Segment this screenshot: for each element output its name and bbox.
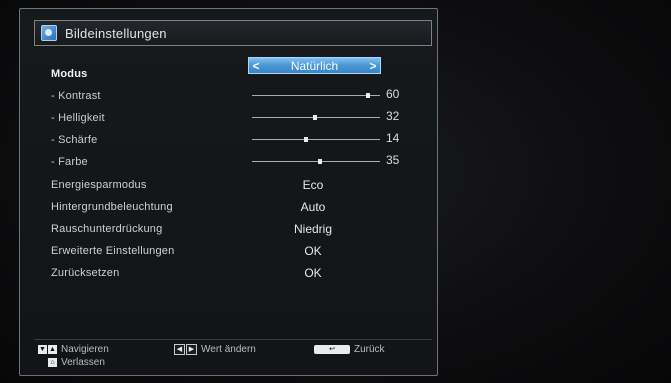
help-navigate-label: Navigieren	[61, 344, 109, 355]
title-bar: Bildeinstellungen	[34, 20, 432, 46]
modus-selector[interactable]: < Natürlich >	[248, 57, 381, 74]
zuruecksetzen-value: OK	[304, 266, 322, 280]
help-change-value-label: Wert ändern	[201, 344, 256, 355]
helligkeit-slider[interactable]	[252, 115, 380, 120]
menu-item-label: Energiesparmodus	[51, 179, 147, 191]
helligkeit-value: 32	[386, 109, 400, 123]
help-back-label: Zurück	[354, 344, 385, 355]
picture-settings-icon	[41, 25, 57, 41]
energiesparmodus-value: Eco	[302, 178, 324, 192]
arrow-left-icon: ◀	[174, 344, 185, 355]
farbe-value: 35	[386, 153, 400, 167]
menu-item-label: Erweiterte Einstellungen	[51, 245, 175, 257]
menu-item-helligkeit[interactable]: - Helligkeit	[51, 108, 105, 128]
help-exit-label: Verlassen	[61, 357, 105, 368]
menu-item-label: - Farbe	[51, 156, 88, 168]
kontrast-slider[interactable]	[252, 93, 380, 98]
menu-item-energiesparmodus[interactable]: Energiesparmodus	[51, 175, 147, 195]
home-icon: ⌂	[48, 358, 57, 367]
slider-knob[interactable]	[366, 93, 370, 98]
menu-item-label: Rauschunterdrückung	[51, 223, 163, 235]
arrow-down-icon: ▼	[38, 345, 47, 354]
picture-settings-panel: Bildeinstellungen Modus < Natürlich > - …	[19, 8, 438, 376]
schaerfe-slider[interactable]	[252, 137, 380, 142]
slider-knob[interactable]	[304, 137, 308, 142]
menu-item-kontrast[interactable]: - Kontrast	[51, 86, 101, 106]
menu-item-erweiterte-einstellungen[interactable]: Erweiterte Einstellungen	[51, 241, 174, 261]
back-icon: ↩	[314, 345, 350, 354]
menu-item-rauschunterdrueckung[interactable]: Rauschunterdrückung	[51, 219, 162, 239]
schaerfe-value: 14	[386, 131, 400, 145]
menu-item-hintergrundbeleuchtung[interactable]: Hintergrundbeleuchtung	[51, 197, 173, 217]
erweiterte-einstellungen-value: OK	[304, 244, 322, 258]
help-back: ↩ Zurück	[314, 344, 385, 355]
hintergrundbeleuchtung-value: Auto	[300, 200, 326, 214]
help-exit: ⌂ Verlassen	[48, 357, 105, 368]
menu-item-zuruecksetzen[interactable]: Zurücksetzen	[51, 263, 119, 283]
menu-item-farbe[interactable]: - Farbe	[51, 152, 88, 172]
menu-item-label: Hintergrundbeleuchtung	[51, 201, 173, 213]
slider-knob[interactable]	[318, 159, 322, 164]
menu-item-schaerfe[interactable]: - Schärfe	[51, 130, 97, 150]
page-title: Bildeinstellungen	[65, 25, 167, 41]
chevron-right-icon[interactable]: >	[366, 59, 380, 73]
farbe-slider[interactable]	[252, 159, 380, 164]
key-help-footer: ▼ ▲ Navigieren ⌂ Verlassen ◀ ▶ Wert ände…	[34, 339, 432, 370]
slider-knob[interactable]	[313, 115, 317, 120]
menu-item-label: Zurücksetzen	[51, 267, 120, 279]
kontrast-value: 60	[386, 87, 400, 101]
help-change-value: ◀ ▶ Wert ändern	[174, 344, 256, 355]
rauschunterdrueckung-value: Niedrig	[293, 222, 332, 236]
menu-item-label: Modus	[51, 68, 88, 80]
menu-item-label: - Schärfe	[51, 134, 98, 146]
arrow-up-icon: ▲	[48, 345, 57, 354]
chevron-left-icon[interactable]: <	[249, 59, 263, 73]
modus-value: Natürlich	[290, 58, 339, 73]
arrow-right-icon: ▶	[186, 344, 197, 355]
help-navigate: ▼ ▲ Navigieren	[38, 344, 109, 355]
menu-item-label: - Helligkeit	[51, 112, 105, 124]
menu-item-modus[interactable]: Modus	[51, 64, 87, 84]
tv-screen: Bildeinstellungen Modus < Natürlich > - …	[0, 0, 671, 383]
menu-item-label: - Kontrast	[51, 90, 101, 102]
